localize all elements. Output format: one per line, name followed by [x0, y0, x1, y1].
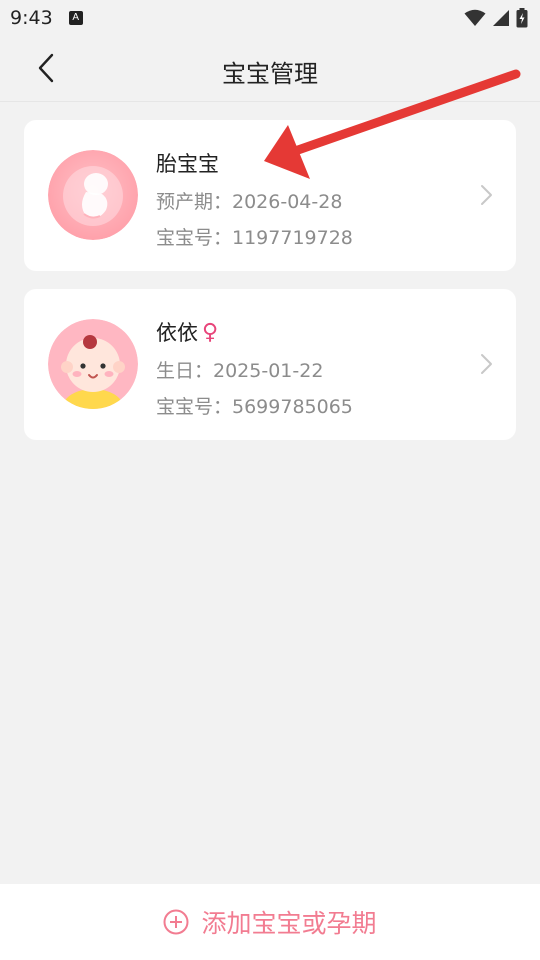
- baby-name-text: 依依: [156, 321, 198, 345]
- baby-card-fetus[interactable]: 胎宝宝 预产期：2026-04-28 宝宝号：1197719728: [24, 120, 516, 271]
- signal-icon: [493, 10, 509, 26]
- a-icon: A: [68, 11, 83, 25]
- baby-name-text: 胎宝宝: [156, 152, 219, 176]
- add-baby-button[interactable]: 添加宝宝或孕期: [163, 904, 377, 940]
- wifi-icon: [464, 9, 486, 26]
- status-left: 9:43 A: [10, 7, 83, 29]
- due-date: 预产期：2026-04-28: [156, 191, 343, 213]
- battery-icon: [516, 8, 528, 28]
- baby-name: 依依 ♀: [156, 317, 218, 347]
- add-baby-label: 添加宝宝或孕期: [201, 909, 377, 938]
- page-title: 宝宝管理: [222, 60, 318, 88]
- screen: 9:43 A 宝宝管理 胎宝宝 预产期：2026-04-28 宝宝号：11977…: [0, 0, 540, 960]
- baby-name: 胎宝宝: [156, 148, 219, 178]
- add-circle-icon: [163, 909, 189, 935]
- baby-girl-avatar: [48, 319, 138, 409]
- header: 宝宝管理: [0, 36, 540, 102]
- female-icon: ♀: [202, 319, 219, 345]
- baby-id: 宝宝号：1197719728: [156, 227, 353, 249]
- status-time: 9:43: [10, 7, 53, 29]
- status-bar: 9:43 A: [0, 0, 540, 36]
- baby-id: 宝宝号：5699785065: [156, 396, 353, 418]
- status-right: [464, 8, 528, 28]
- baby-card-yiyi[interactable]: 依依 ♀ 生日：2025-01-22 宝宝号：5699785065: [24, 289, 516, 440]
- chevron-right-icon: [481, 354, 492, 374]
- birthday: 生日：2025-01-22: [156, 360, 324, 382]
- bottom-bar: 添加宝宝或孕期: [0, 884, 540, 960]
- chevron-right-icon: [481, 185, 492, 205]
- fetus-avatar: [48, 150, 138, 240]
